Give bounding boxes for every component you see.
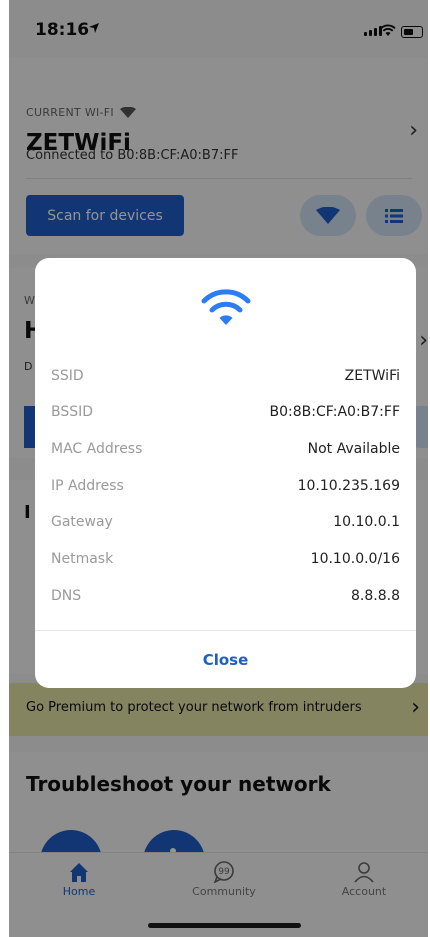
detail-row-dns: DNS 8.8.8.8 — [51, 588, 400, 604]
home-indicator — [148, 923, 301, 928]
detail-row-gateway: Gateway 10.10.0.1 — [51, 514, 400, 530]
app-screen: 18:16 CURRENT WI-FI ZETWiFi Connected to… — [9, 0, 428, 937]
network-details-dialog: SSID ZETWiFi BSSID B0:8B:CF:A0:B7:FF MAC… — [35, 258, 416, 688]
detail-row-bssid: BSSID B0:8B:CF:A0:B7:FF — [51, 404, 400, 420]
detail-row-ip: IP Address 10.10.235.169 — [51, 478, 400, 494]
detail-row-mac: MAC Address Not Available — [51, 441, 400, 457]
detail-row-netmask: Netmask 10.10.0.0/16 — [51, 551, 400, 567]
detail-row-ssid: SSID ZETWiFi — [51, 368, 400, 384]
close-button[interactable]: Close — [35, 631, 416, 688]
wifi-icon — [201, 289, 251, 325]
